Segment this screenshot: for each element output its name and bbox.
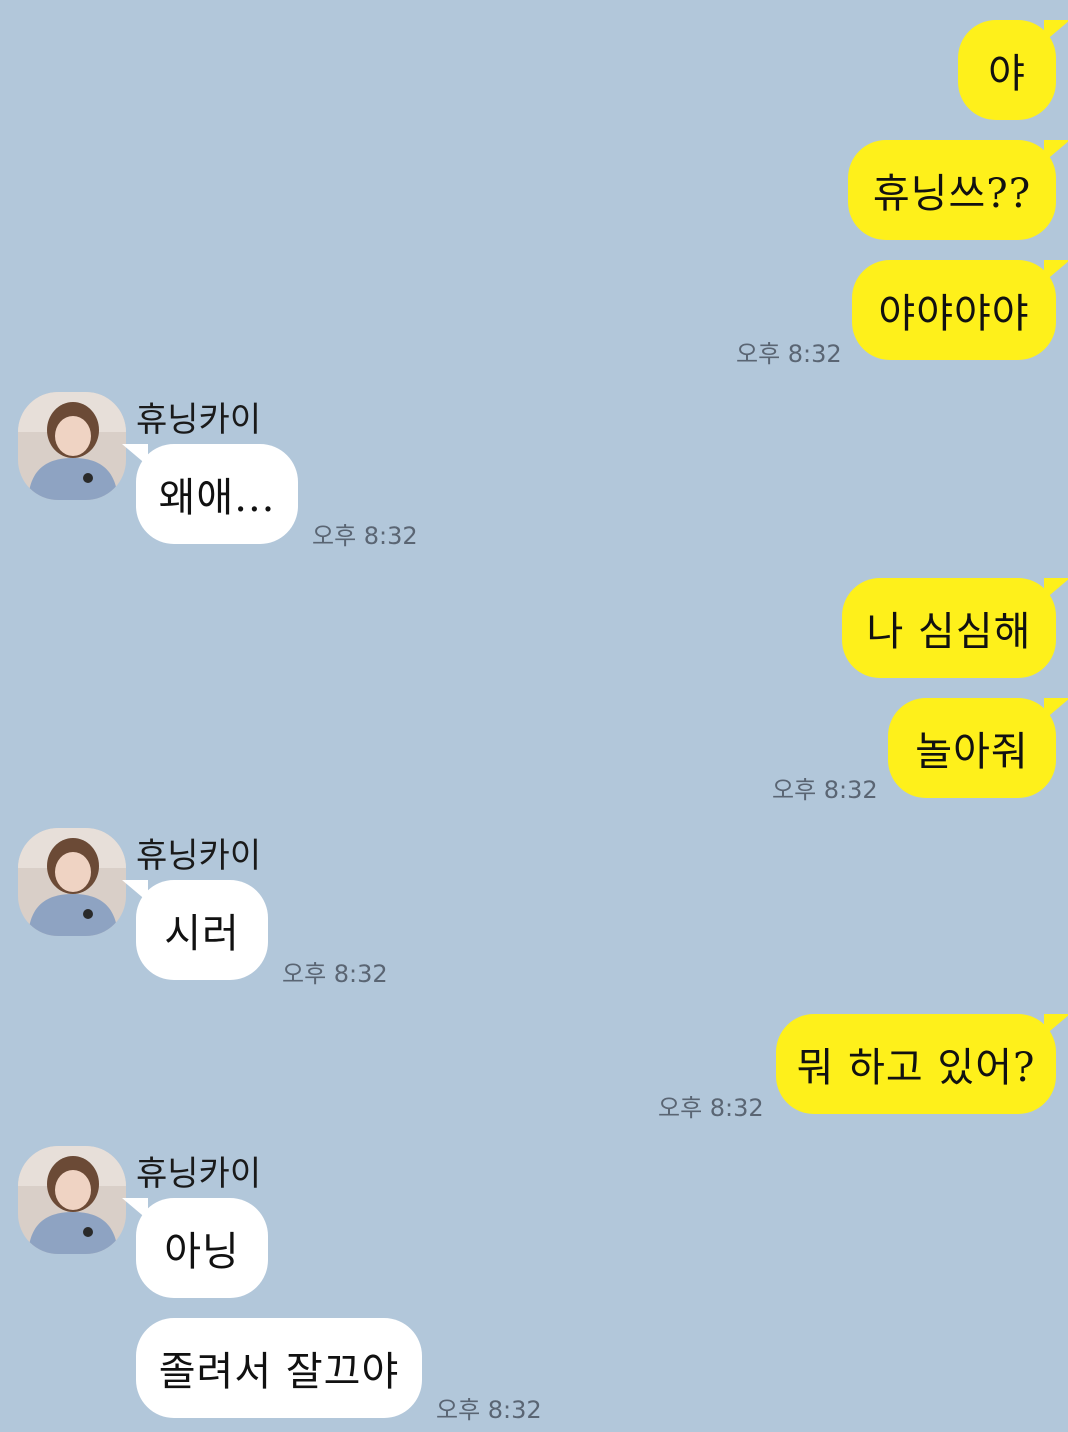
- my-message-bubble[interactable]: 놀아줘: [888, 698, 1068, 798]
- message-text: 시러: [164, 911, 240, 957]
- message-timestamp: 오후 8:32: [312, 522, 418, 550]
- message-text: 놀아줘: [915, 729, 1029, 775]
- message-timestamp: 오후 8:32: [436, 1396, 542, 1424]
- their-message-bubble[interactable]: 왜애...: [122, 444, 298, 544]
- my-message-bubble[interactable]: 야야야야: [852, 260, 1068, 360]
- sender-name: 휴닝카이: [136, 836, 262, 876]
- my-message-bubble[interactable]: 야: [958, 20, 1068, 120]
- their-message-bubble[interactable]: 졸려서 잘끄야: [136, 1318, 422, 1418]
- sender-name: 휴닝카이: [136, 400, 262, 440]
- their-message-bubble[interactable]: 아닝: [122, 1198, 268, 1298]
- message-text: 야: [988, 51, 1026, 97]
- message-text: 나 심심해: [866, 609, 1032, 655]
- their-message-bubble[interactable]: 시러: [122, 880, 268, 980]
- my-message-bubble[interactable]: 뭐 하고 있어?: [776, 1014, 1068, 1114]
- message-text: 왜애...: [158, 475, 276, 521]
- message-timestamp: 오후 8:32: [282, 960, 388, 988]
- profile-photo-icon[interactable]: [18, 828, 126, 936]
- message-text: 아닝: [164, 1229, 240, 1275]
- message-timestamp: 오후 8:32: [736, 340, 842, 368]
- message-text: 졸려서 잘끄야: [158, 1349, 400, 1395]
- message-timestamp: 오후 8:32: [658, 1094, 764, 1122]
- message-text: 뭐 하고 있어?: [796, 1045, 1036, 1091]
- profile-photo-icon[interactable]: [18, 1146, 126, 1254]
- profile-photo-icon[interactable]: [18, 392, 126, 500]
- message-text: 휴닝쓰??: [872, 171, 1032, 217]
- sender-name: 휴닝카이: [136, 1154, 262, 1194]
- my-message-bubble[interactable]: 휴닝쓰??: [848, 140, 1068, 240]
- my-message-bubble[interactable]: 나 심심해: [842, 578, 1068, 678]
- message-timestamp: 오후 8:32: [772, 776, 878, 804]
- message-text: 야야야야: [878, 291, 1030, 337]
